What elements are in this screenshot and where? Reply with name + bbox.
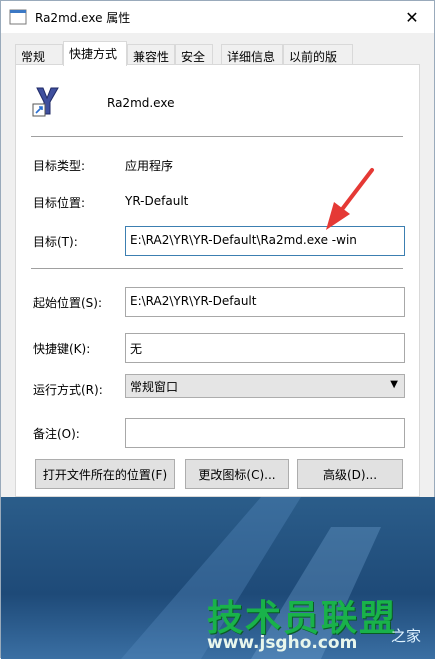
shortcut-key-field[interactable]: 无	[125, 333, 405, 363]
change-icon-button[interactable]: 更改图标(C)...	[185, 459, 289, 489]
watermark-url: www.jsgho.com	[207, 633, 358, 653]
window-title: Ra2md.exe 属性	[35, 11, 131, 25]
separator	[31, 268, 403, 269]
tab-details[interactable]: 详细信息	[221, 44, 283, 64]
open-file-location-button[interactable]: 打开文件所在的位置(F)	[35, 459, 175, 489]
start-in-field[interactable]: E:\RA2\YR\YR-Default	[125, 287, 405, 317]
tab-compatibility[interactable]: 兼容性	[127, 44, 175, 64]
separator	[31, 136, 403, 137]
target-label: 目标(T):	[33, 235, 78, 249]
comment-field[interactable]	[125, 418, 405, 448]
title-bar[interactable]: Ra2md.exe 属性 ✕	[1, 1, 434, 33]
close-button[interactable]: ✕	[390, 1, 434, 33]
start-in-label: 起始位置(S):	[33, 296, 103, 310]
watermark-side-text: 之家	[391, 627, 422, 645]
target-field[interactable]: E:\RA2\YR\YR-Default\Ra2md.exe -win	[125, 226, 405, 256]
advanced-button[interactable]: 高级(D)...	[297, 459, 403, 489]
target-type-value: 应用程序	[125, 159, 174, 173]
tab-security[interactable]: 安全	[175, 44, 213, 64]
chevron-down-icon: ▼	[390, 379, 398, 390]
properties-window: Ra2md.exe 属性 ✕ 常规 快捷方式 兼容性 安全 详细信息 以前的版本…	[0, 0, 435, 659]
tab-shortcut[interactable]: 快捷方式	[63, 41, 127, 66]
app-name: Ra2md.exe	[107, 96, 175, 110]
shortcut-file-icon	[9, 9, 27, 25]
target-location-label: 目标位置:	[33, 196, 86, 210]
run-select-value: 常规窗口	[130, 380, 179, 394]
target-location-value: YR-Default	[125, 194, 189, 208]
app-icon	[32, 87, 59, 117]
comment-label: 备注(O):	[33, 427, 80, 441]
tab-general[interactable]: 常规	[15, 44, 63, 64]
run-select[interactable]: 常规窗口 ▼	[125, 374, 405, 398]
tab-previous-versions[interactable]: 以前的版本	[283, 44, 353, 81]
shortcut-key-label: 快捷键(K):	[33, 342, 91, 356]
target-type-label: 目标类型:	[33, 159, 86, 173]
run-label: 运行方式(R):	[33, 383, 103, 397]
